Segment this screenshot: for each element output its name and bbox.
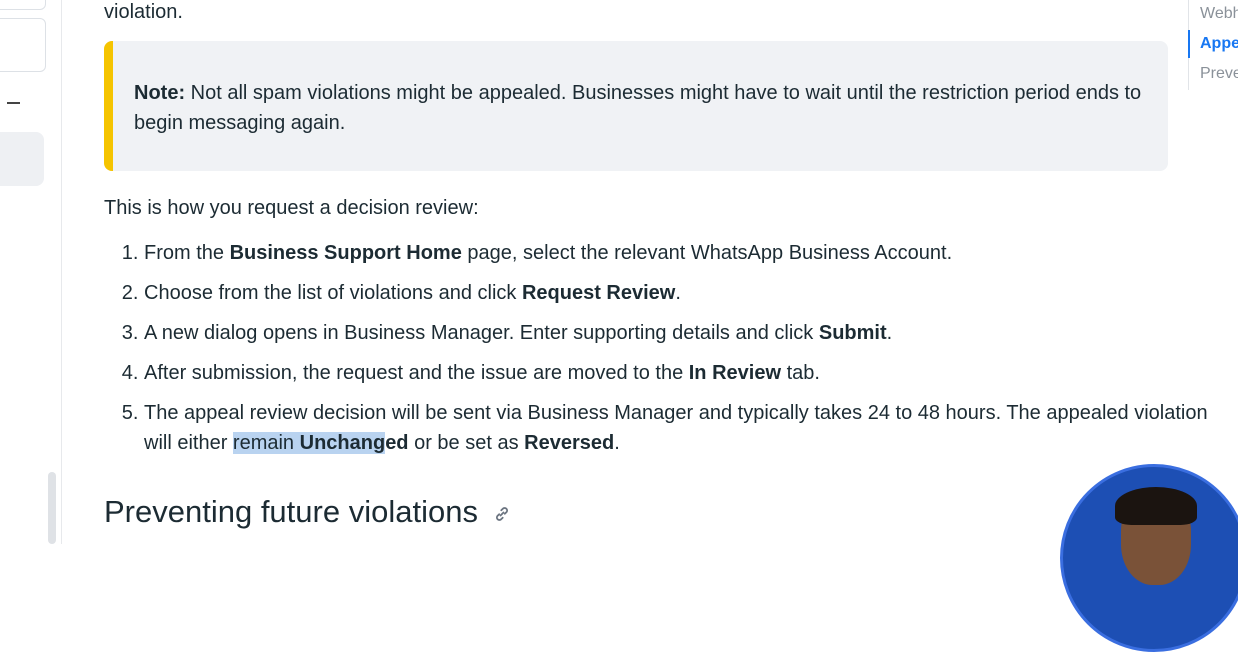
toc-active-indicator xyxy=(1188,30,1190,58)
note-body: Not all spam violations might be appeale… xyxy=(134,82,1142,134)
section-heading: Preventing future violations xyxy=(104,492,512,534)
toc-item-active[interactable]: Appe xyxy=(1200,35,1238,53)
text-selection[interactable]: remain xyxy=(232,432,300,454)
steps-list: From the Business Support Home page, sel… xyxy=(104,238,1212,468)
presenter-avatar xyxy=(1060,464,1238,652)
intro-text: This is how you request a decision revie… xyxy=(104,197,479,219)
nav-selected-item[interactable] xyxy=(0,132,44,186)
nav-card[interactable] xyxy=(0,18,46,72)
list-item: The appeal review decision will be sent … xyxy=(144,398,1212,458)
nav-divider xyxy=(61,0,62,544)
link-icon[interactable] xyxy=(492,494,512,534)
nav-scrollbar[interactable] xyxy=(48,472,56,544)
table-of-contents: Webh Appe Preve xyxy=(1188,0,1238,90)
left-navigation xyxy=(0,0,62,544)
toc-item[interactable]: Webh xyxy=(1200,5,1238,23)
collapse-icon[interactable] xyxy=(7,102,20,104)
hair xyxy=(1115,487,1197,525)
toc-item[interactable]: Preve xyxy=(1200,65,1238,83)
list-item: From the Business Support Home page, sel… xyxy=(144,238,1212,268)
nav-card[interactable] xyxy=(0,0,46,10)
note-label: Note: xyxy=(134,82,186,104)
note-text: Note: Not all spam violations might be a… xyxy=(134,78,1144,138)
note-accent-bar xyxy=(104,41,113,171)
list-item: After submission, the request and the is… xyxy=(144,358,1212,388)
text-selection-bold[interactable]: Unchang xyxy=(299,432,386,454)
list-item: A new dialog opens in Business Manager. … xyxy=(144,318,1212,348)
link-business-support-home: Business Support Home xyxy=(229,242,462,264)
note-callout: Note: Not all spam violations might be a… xyxy=(104,41,1168,171)
list-item: Choose from the list of violations and c… xyxy=(144,278,1212,308)
paragraph-end: violation. xyxy=(104,1,183,23)
